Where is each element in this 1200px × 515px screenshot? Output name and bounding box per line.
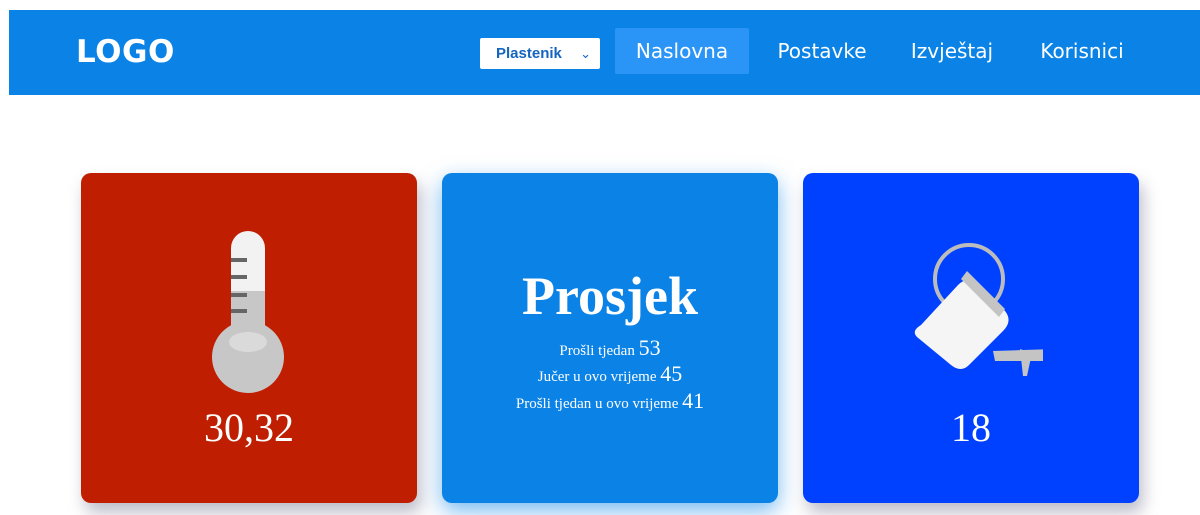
average-title: Prosjek [522,266,698,326]
temperature-card[interactable]: 30,32 [81,173,417,503]
average-line-last-week: Prošli tjedan 53 [442,335,778,361]
nav-item-postavke[interactable]: Postavke [764,28,880,74]
average-line-last-week-same-time: Prošli tjedan u ovo vrijeme 41 [442,388,778,414]
temperature-value: 30,32 [204,405,294,450]
average-label: Prošli tjedan [559,343,635,359]
average-card[interactable]: Prosjek Prošli tjedan 53 Jučer u ovo vri… [442,173,778,503]
greenhouse-select-value: Plastenik [496,45,562,62]
nav-item-izvjestaj[interactable]: Izvještaj [899,28,1005,74]
watering-card[interactable]: 18 [803,173,1139,503]
watering-value: 18 [951,405,991,450]
average-label: Jučer u ovo vrijeme [537,369,657,385]
nav-item-korisnici[interactable]: Korisnici [1027,28,1137,74]
average-line-yesterday: Jučer u ovo vrijeme 45 [442,361,778,387]
average-label: Prošli tjedan u ovo vrijeme [515,396,679,412]
thermometer-icon [212,231,284,393]
chevron-down-icon: ⌄ [580,46,591,61]
top-navbar: LOGO Plastenik ⌄ Naslovna Postavke Izvje… [9,10,1200,95]
greenhouse-select[interactable]: Plastenik ⌄ [480,38,600,69]
logo[interactable]: LOGO [76,34,175,70]
average-value: 53 [638,335,661,360]
nav-item-naslovna[interactable]: Naslovna [615,28,749,74]
watering-can-icon [914,243,1043,376]
average-value: 45 [660,361,683,386]
average-value: 41 [682,388,705,413]
